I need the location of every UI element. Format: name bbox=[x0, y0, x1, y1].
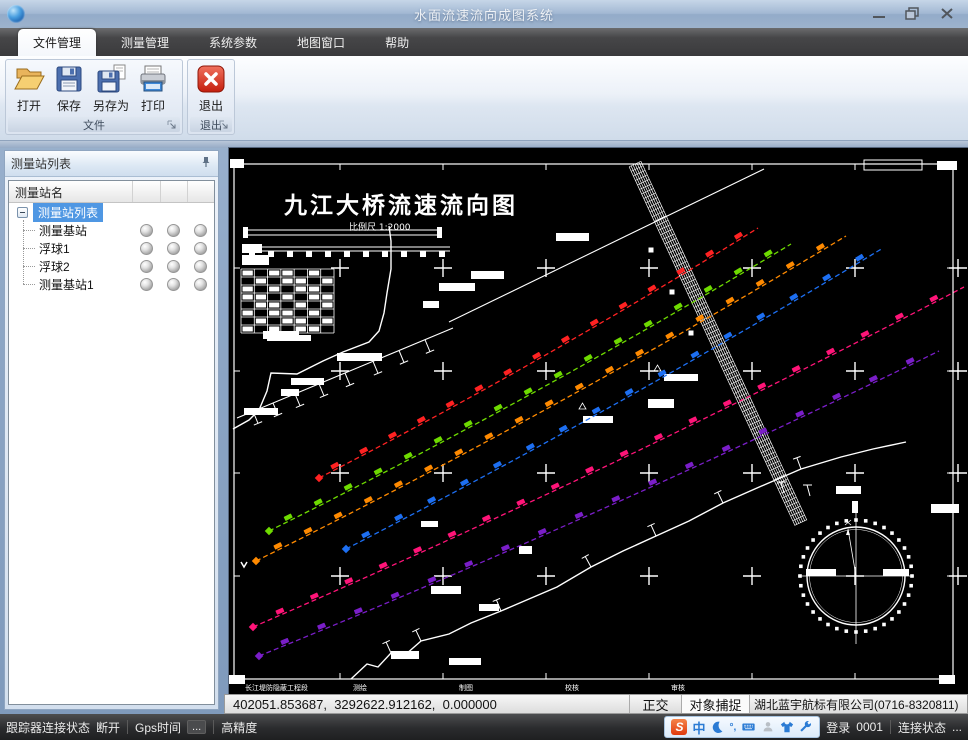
status-led bbox=[140, 260, 153, 273]
tree-header-col bbox=[132, 181, 159, 202]
application-window: 水面流速流向成图系统 文件管理 测量管理 系统参数 地图窗口 帮助 bbox=[0, 0, 968, 740]
tree-item-float-2[interactable]: 浮球2 bbox=[9, 257, 214, 275]
tree-header: 测量站名 bbox=[9, 181, 214, 203]
cursor-coordinates: 402051.853687, 3292622.912162, 0.000000 bbox=[225, 697, 629, 712]
tab-map-window[interactable]: 地图窗口 bbox=[282, 29, 360, 56]
folder-open-icon bbox=[13, 63, 45, 95]
svg-text:长江堤防隐蔽工程段: 长江堤防隐蔽工程段 bbox=[245, 683, 308, 692]
tracker-status-value: 断开 bbox=[96, 719, 120, 736]
connection-dots: ... bbox=[952, 720, 962, 734]
svg-text:校核: 校核 bbox=[565, 683, 579, 692]
save-icon bbox=[53, 63, 85, 95]
tree-root-label: 测量站列表 bbox=[33, 203, 103, 222]
collapse-icon[interactable] bbox=[17, 207, 28, 218]
gps-time-label: Gps时间 bbox=[135, 719, 181, 736]
ime-fullmoon-icon[interactable] bbox=[710, 720, 724, 734]
save-button[interactable]: 保存 bbox=[49, 62, 89, 115]
status-led bbox=[167, 242, 180, 255]
ribbon-group-exit-footer: 退出 bbox=[190, 117, 232, 132]
login-id: 0001 bbox=[856, 720, 883, 734]
company-info: 湖北蓝宇航标有限公司(0716-8320811) bbox=[749, 695, 967, 713]
ime-toolbar: S 中 °, bbox=[664, 716, 820, 738]
tree-item-base-station[interactable]: 测量基站 bbox=[9, 221, 214, 239]
ribbon: 打开 保存 bbox=[0, 56, 968, 140]
minimize-button[interactable] bbox=[866, 6, 892, 21]
tracker-status-label: 跟踪器连接状态 bbox=[6, 719, 90, 736]
flow-line-3 bbox=[342, 248, 883, 553]
window-title: 水面流速流向成图系统 bbox=[0, 5, 968, 24]
svg-text:测绘: 测绘 bbox=[353, 683, 367, 692]
restore-button[interactable] bbox=[900, 6, 926, 21]
tab-system-parameters[interactable]: 系统参数 bbox=[194, 29, 272, 56]
status-led bbox=[140, 242, 153, 255]
separator bbox=[890, 720, 891, 734]
save-as-button[interactable]: 另存为 bbox=[89, 62, 133, 115]
task-bar: 跟踪器连接状态 断开 Gps时间 ... 高精度 S 中 °, bbox=[0, 714, 968, 740]
station-list-panel: 测量站列表 测量站名 测量站列表 测量基站 浮球1 bbox=[4, 150, 219, 710]
tab-file-management[interactable]: 文件管理 bbox=[18, 29, 96, 56]
tab-measure-management[interactable]: 测量管理 bbox=[106, 29, 184, 56]
status-led bbox=[167, 260, 180, 273]
status-led bbox=[194, 224, 207, 237]
flow-line-5 bbox=[255, 351, 939, 660]
pin-icon[interactable] bbox=[200, 156, 212, 171]
cad-canvas[interactable]: 九江大桥流速流向图比例尺 1:2000 长江堤防隐蔽工程段 测绘 制图 校核 审核 bbox=[228, 147, 968, 695]
status-led bbox=[194, 278, 207, 291]
tree-root-row[interactable]: 测量站列表 bbox=[9, 203, 214, 221]
connection-status[interactable]: 连接状态 bbox=[898, 719, 946, 736]
drawing-scale: 比例尺 1:2000 bbox=[349, 221, 411, 233]
gps-time-value[interactable]: ... bbox=[187, 720, 206, 734]
ime-settings-wrench-icon[interactable] bbox=[799, 720, 813, 734]
ime-language-icon[interactable]: 中 bbox=[692, 718, 705, 737]
ime-punctuation-icon[interactable]: °, bbox=[729, 722, 736, 733]
title-bar: 水面流速流向成图系统 bbox=[0, 0, 968, 29]
tree-header-col bbox=[187, 181, 214, 202]
flow-line-2 bbox=[252, 236, 846, 565]
tree-item-base-station-1[interactable]: 测量基站1 bbox=[9, 275, 214, 293]
status-led bbox=[140, 224, 153, 237]
tree-header-col bbox=[160, 181, 187, 202]
status-led bbox=[167, 278, 180, 291]
drawing-title: 九江大桥流速流向图 bbox=[283, 192, 518, 219]
status-led bbox=[194, 260, 207, 273]
sogou-logo-icon[interactable]: S bbox=[671, 719, 687, 735]
panel-title: 测量站列表 bbox=[11, 155, 200, 172]
status-bar: 402051.853687, 3292622.912162, 0.000000 … bbox=[224, 694, 968, 714]
tree-item-float-1[interactable]: 浮球1 bbox=[9, 239, 214, 257]
separator bbox=[127, 720, 128, 734]
open-button[interactable]: 打开 bbox=[9, 62, 49, 115]
exit-icon bbox=[195, 63, 227, 95]
ribbon-group-file-footer: 文件 bbox=[8, 117, 180, 132]
ortho-toggle[interactable]: 正交 bbox=[629, 695, 681, 713]
ime-keyboard-icon[interactable] bbox=[741, 720, 756, 734]
svg-text:审核: 审核 bbox=[671, 683, 685, 692]
status-led bbox=[167, 224, 180, 237]
ribbon-tab-strip: 文件管理 测量管理 系统参数 地图窗口 帮助 bbox=[0, 28, 968, 56]
ime-skin-icon[interactable] bbox=[780, 720, 794, 734]
station-tree: 测量站名 测量站列表 测量基站 浮球1 浮球2 bbox=[8, 180, 215, 705]
status-led bbox=[194, 242, 207, 255]
status-led bbox=[140, 278, 153, 291]
exit-button[interactable]: 退出 bbox=[191, 62, 231, 115]
save-as-icon bbox=[95, 63, 127, 95]
tree-header-name: 测量站名 bbox=[9, 181, 132, 202]
object-snap-toggle[interactable]: 对象捕捉 bbox=[681, 695, 749, 713]
precision-mode: 高精度 bbox=[221, 719, 257, 736]
ribbon-group-file: 打开 保存 bbox=[5, 59, 183, 135]
separator bbox=[213, 720, 214, 734]
tab-help[interactable]: 帮助 bbox=[370, 29, 424, 56]
flow-line-1 bbox=[265, 244, 791, 535]
close-button[interactable] bbox=[934, 6, 960, 21]
panel-title-bar: 测量站列表 bbox=[5, 151, 218, 177]
ime-user-icon[interactable] bbox=[761, 720, 775, 734]
printer-icon bbox=[137, 63, 169, 95]
print-button[interactable]: 打印 bbox=[133, 62, 173, 115]
login-label[interactable]: 登录 bbox=[826, 719, 850, 736]
ribbon-group-exit: 退出 退出 bbox=[187, 59, 235, 135]
svg-text:制图: 制图 bbox=[459, 683, 473, 692]
dialog-launcher-icon[interactable] bbox=[166, 119, 177, 130]
dialog-launcher-icon[interactable] bbox=[218, 119, 229, 130]
